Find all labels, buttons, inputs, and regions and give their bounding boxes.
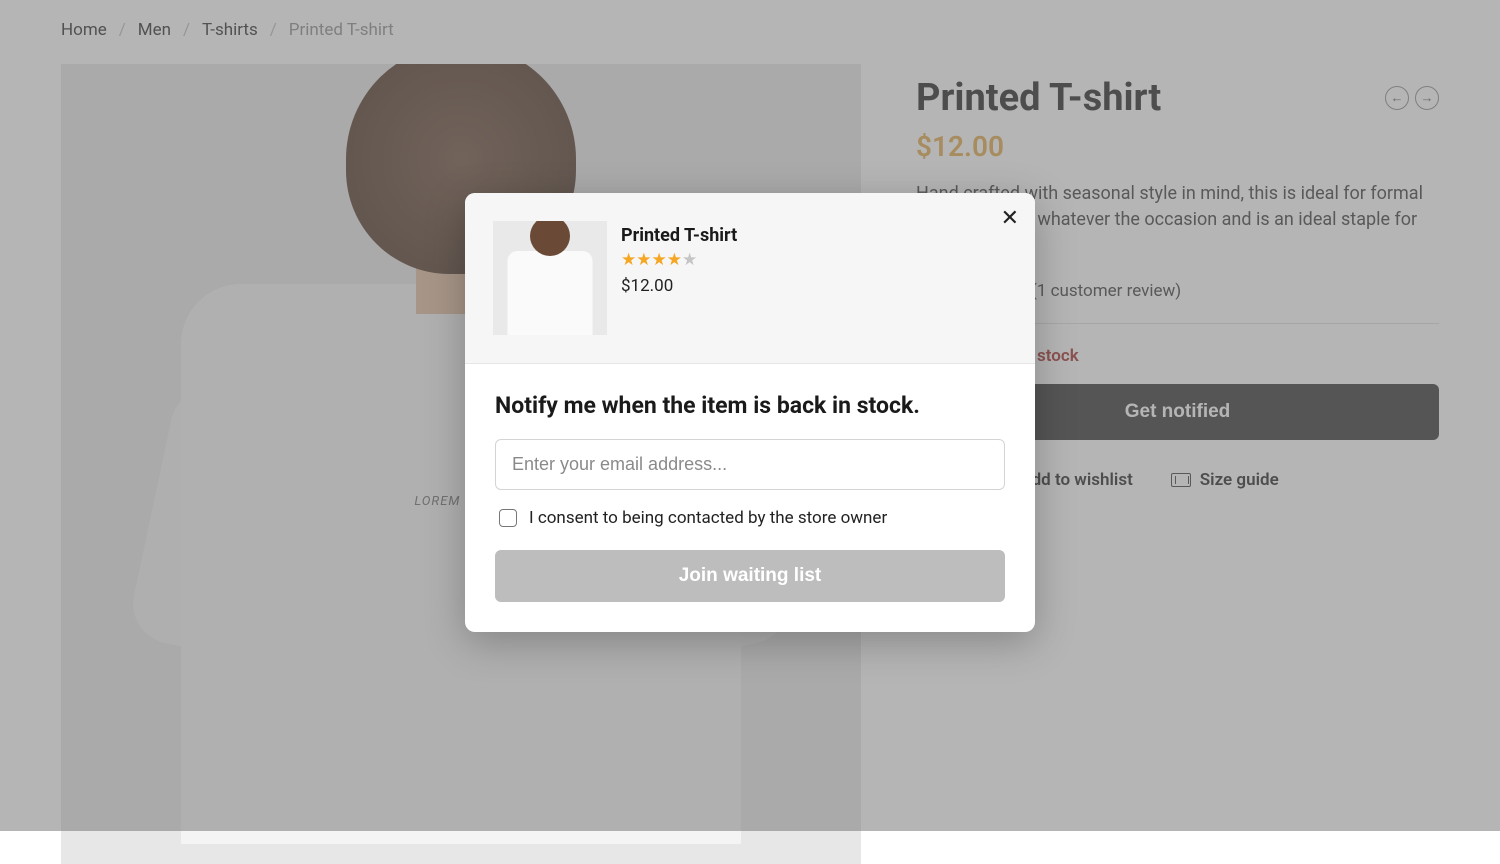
modal-overlay[interactable]: ✕ Printed T-shirt ★ ★ ★ ★ ★ $12.00 Notif… bbox=[0, 0, 1500, 831]
star-icon: ★ bbox=[652, 250, 667, 270]
email-input[interactable] bbox=[495, 439, 1005, 490]
consent-checkbox[interactable] bbox=[499, 509, 517, 527]
star-icon: ★ bbox=[682, 250, 697, 270]
consent-label: I consent to being contacted by the stor… bbox=[529, 508, 887, 528]
modal-product-thumbnail bbox=[493, 221, 607, 335]
modal-header: Printed T-shirt ★ ★ ★ ★ ★ $12.00 bbox=[465, 193, 1035, 364]
modal-product-info: Printed T-shirt ★ ★ ★ ★ ★ $12.00 bbox=[621, 221, 737, 335]
modal-product-price: $12.00 bbox=[621, 276, 737, 296]
close-modal-button[interactable]: ✕ bbox=[1001, 207, 1019, 229]
modal-product-title: Printed T-shirt bbox=[621, 225, 737, 246]
star-icon: ★ bbox=[621, 250, 636, 270]
consent-row[interactable]: I consent to being contacted by the stor… bbox=[495, 508, 1005, 528]
star-icon: ★ bbox=[636, 250, 651, 270]
notify-modal: ✕ Printed T-shirt ★ ★ ★ ★ ★ $12.00 Notif… bbox=[465, 193, 1035, 632]
modal-body: Notify me when the item is back in stock… bbox=[465, 364, 1035, 632]
star-icon: ★ bbox=[667, 250, 682, 270]
close-icon: ✕ bbox=[1001, 205, 1019, 230]
rating-stars: ★ ★ ★ ★ ★ bbox=[621, 250, 737, 270]
modal-heading: Notify me when the item is back in stock… bbox=[495, 392, 1005, 419]
join-waiting-list-button[interactable]: Join waiting list bbox=[495, 550, 1005, 602]
